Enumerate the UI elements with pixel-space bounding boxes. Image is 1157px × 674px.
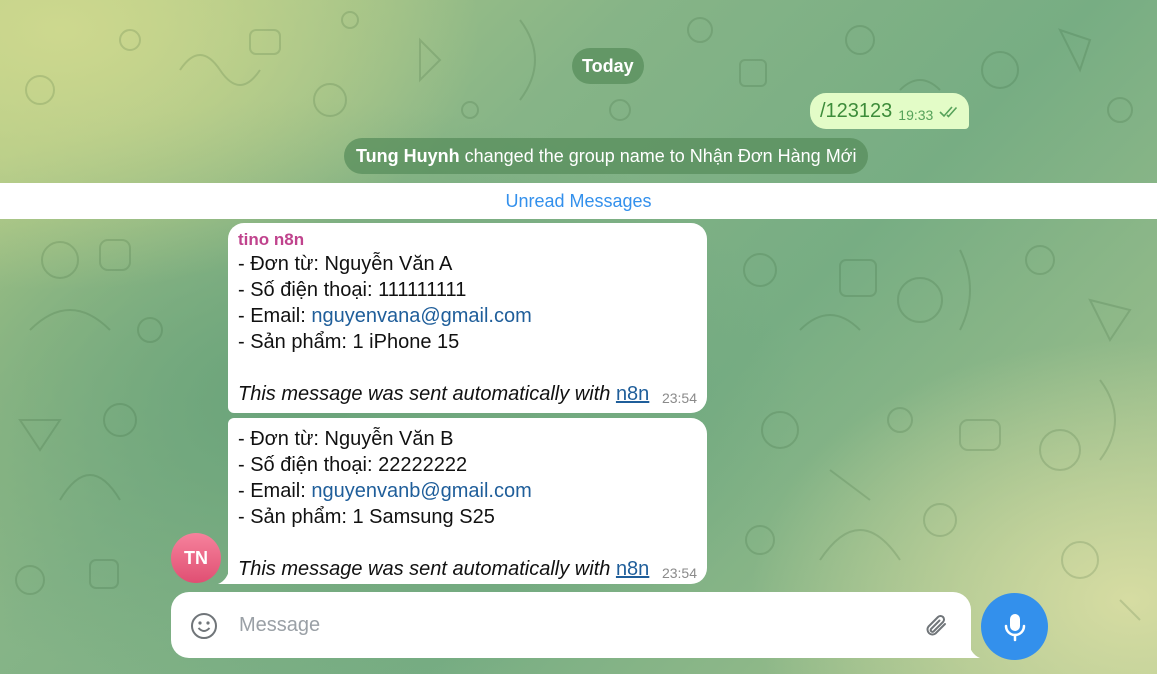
phone-line: - Số điện thoại: 111111111 (238, 279, 467, 301)
n8n-link[interactable]: n8n (616, 383, 649, 405)
phone-line: - Số điện thoại: 22222222 (238, 454, 468, 476)
product-line: - Sản phẩm: 1 iPhone 15 (238, 331, 460, 353)
incoming-message[interactable]: - Đơn từ: Nguyễn Văn B - Số điện thoại: … (228, 418, 707, 584)
footer-text: This message was sent automatically with (238, 383, 616, 405)
double-check-icon (939, 105, 959, 123)
email-link[interactable]: nguyenvanb@gmail.com (311, 480, 531, 502)
message-footer: This message was sent automatically with… (238, 556, 697, 582)
avatar[interactable]: TN (171, 533, 221, 583)
unread-messages-divider: Unread Messages (0, 183, 1157, 219)
email-link[interactable]: nguyenvana@gmail.com (311, 305, 531, 327)
footer-text: This message was sent automatically with (238, 558, 616, 580)
message-text: /123123 (820, 99, 893, 122)
message-time: 19:33 (898, 107, 934, 123)
email-label: - Email: (238, 480, 312, 502)
service-actor: Tung Huynh (356, 146, 460, 166)
paperclip-icon[interactable] (923, 611, 951, 641)
smile-icon[interactable] (189, 611, 219, 641)
message-footer: This message was sent automatically with… (238, 381, 697, 407)
composer-tail (966, 640, 980, 658)
email-label: - Email: (238, 305, 312, 327)
microphone-icon[interactable] (981, 593, 1048, 660)
bubble-tail (218, 566, 234, 584)
product-line: - Sản phẩm: 1 Samsung S25 (238, 506, 495, 528)
n8n-link[interactable]: n8n (616, 558, 649, 580)
message-input[interactable] (239, 610, 899, 640)
message-time: 23:54 (661, 565, 697, 581)
email-line: - Email: nguyenvanb@gmail.com (238, 478, 697, 504)
outgoing-message[interactable]: /123123 19:33 (810, 93, 970, 129)
message-composer (171, 592, 971, 658)
date-separator: Today (572, 48, 644, 84)
order-from-line: - Đơn từ: Nguyễn Văn B (238, 428, 454, 450)
order-from-line: - Đơn từ: Nguyễn Văn A (238, 253, 453, 275)
service-message: Tung Huynh changed the group name to Nhậ… (344, 138, 869, 174)
message-time: 23:54 (661, 390, 697, 406)
service-action: changed the group name to Nhận Đơn Hàng … (459, 146, 857, 166)
email-line: - Email: nguyenvana@gmail.com (238, 303, 697, 329)
incoming-message[interactable]: tino n8n - Đơn từ: Nguyễn Văn A - Số điệ… (228, 223, 707, 413)
sender-name[interactable]: tino n8n (238, 231, 697, 249)
